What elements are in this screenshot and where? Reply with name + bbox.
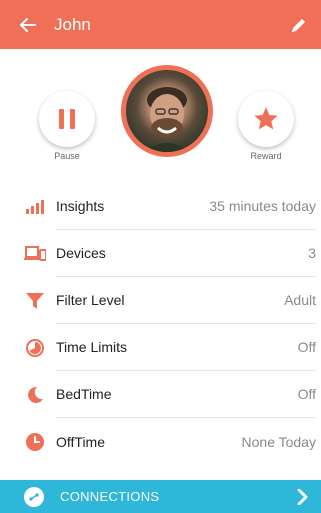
- profile-section: Pause Reward: [0, 49, 321, 174]
- row-label: Insights: [56, 198, 105, 214]
- pause-icon: [59, 109, 75, 129]
- row-label: Filter Level: [56, 292, 125, 308]
- settings-row-devices[interactable]: Devices 3: [0, 230, 321, 277]
- settings-row-offtime[interactable]: OffTime None Today: [0, 418, 321, 465]
- reward-label: Reward: [250, 151, 282, 161]
- timer-icon: [23, 336, 47, 360]
- settings-row-filter-level[interactable]: Filter Level Adult: [0, 277, 321, 324]
- row-value: Adult: [284, 292, 316, 308]
- settings-row-insights[interactable]: Insights 35 minutes today: [0, 183, 321, 230]
- pencil-icon: [292, 18, 305, 32]
- app-header: John: [0, 0, 321, 49]
- row-value: 3: [308, 245, 316, 261]
- connections-label: CONNECTIONS: [60, 489, 160, 504]
- row-value: None Today: [241, 433, 316, 450]
- settings-row-bedtime[interactable]: BedTime Off: [0, 371, 321, 418]
- pause-button[interactable]: [39, 91, 95, 147]
- chevron-right-icon: [291, 480, 315, 513]
- avatar-photo: [126, 70, 208, 152]
- arrow-left-icon: [20, 17, 36, 32]
- row-label: OffTime: [56, 433, 106, 450]
- row-label: BedTime: [56, 386, 112, 402]
- clock-icon: [23, 430, 47, 454]
- reward-button[interactable]: [238, 91, 294, 147]
- connections-icon: [24, 486, 44, 507]
- settings-list: Insights 35 minutes today Devices 3 Filt…: [0, 183, 321, 465]
- avatar[interactable]: [121, 65, 213, 157]
- devices-icon: [23, 242, 47, 266]
- row-label: Devices: [56, 245, 106, 261]
- connections-bar[interactable]: CONNECTIONS: [0, 480, 321, 513]
- pause-label: Pause: [54, 151, 80, 161]
- row-value: 35 minutes today: [209, 198, 316, 214]
- moon-icon: [23, 383, 47, 407]
- row-value: Off: [297, 339, 316, 355]
- edit-button[interactable]: [279, 0, 319, 49]
- settings-row-time-limits[interactable]: Time Limits Off: [0, 324, 321, 371]
- row-label: Time Limits: [56, 339, 128, 355]
- back-button[interactable]: [8, 0, 48, 49]
- star-icon: [254, 107, 278, 130]
- filter-icon: [23, 289, 47, 313]
- bar-chart-icon: [23, 195, 47, 219]
- page-title: John: [54, 14, 91, 34]
- row-value: Off: [297, 386, 316, 402]
